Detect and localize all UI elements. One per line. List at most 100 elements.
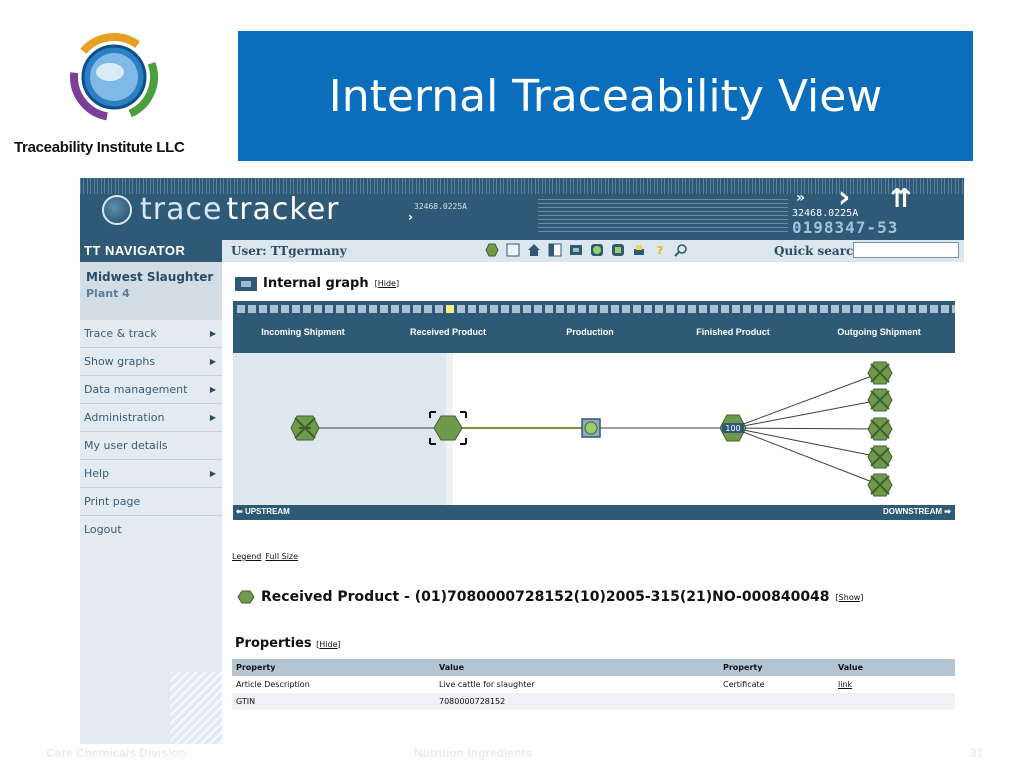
legend-link[interactable]: Legend bbox=[232, 552, 261, 561]
sidebar-item-trace-track[interactable]: Trace & track ▶ bbox=[80, 320, 222, 348]
quick-search-input[interactable] bbox=[853, 242, 959, 258]
tracetracker-brand[interactable]: trace tracker bbox=[102, 192, 340, 227]
outgoing-shipment-node[interactable] bbox=[867, 445, 893, 469]
timeline-cell[interactable] bbox=[534, 305, 542, 313]
timeline-cell[interactable] bbox=[523, 305, 531, 313]
square-icon[interactable] bbox=[506, 243, 520, 257]
timeline-cell[interactable] bbox=[589, 305, 597, 313]
timeline-cell[interactable] bbox=[600, 305, 608, 313]
timeline-cell[interactable] bbox=[556, 305, 564, 313]
timeline-cell[interactable] bbox=[479, 305, 487, 313]
timeline-cell[interactable] bbox=[842, 305, 850, 313]
timeline-cell[interactable] bbox=[633, 305, 641, 313]
timeline-cell[interactable] bbox=[490, 305, 498, 313]
timeline-cell[interactable] bbox=[699, 305, 707, 313]
timeline-cell[interactable] bbox=[281, 305, 289, 313]
panel-icon[interactable] bbox=[548, 243, 562, 257]
timeline-cell[interactable] bbox=[831, 305, 839, 313]
timeline-cell[interactable] bbox=[259, 305, 267, 313]
timeline-cell[interactable] bbox=[468, 305, 476, 313]
timeline-cell[interactable] bbox=[545, 305, 553, 313]
timeline-cell[interactable] bbox=[369, 305, 377, 313]
timeline-cell[interactable] bbox=[732, 305, 740, 313]
downstream-button[interactable]: DOWNSTREAM ➡ bbox=[883, 507, 951, 516]
full-size-link[interactable]: Full Size bbox=[265, 552, 298, 561]
timeline-cell[interactable] bbox=[622, 305, 630, 313]
outgoing-shipment-node[interactable] bbox=[867, 361, 893, 385]
timeline-cell[interactable] bbox=[248, 305, 256, 313]
hexagon-node-icon[interactable] bbox=[485, 243, 499, 257]
timeline-cell[interactable] bbox=[820, 305, 828, 313]
outgoing-shipment-node[interactable] bbox=[867, 473, 893, 497]
timeline-cell[interactable] bbox=[721, 305, 729, 313]
sidebar-item-show-graphs[interactable]: Show graphs ▶ bbox=[80, 348, 222, 376]
node-square-icon[interactable] bbox=[611, 243, 625, 257]
timeline-cell[interactable] bbox=[765, 305, 773, 313]
timeline-cell[interactable] bbox=[325, 305, 333, 313]
timeline-cell[interactable] bbox=[402, 305, 410, 313]
timeline-cell[interactable] bbox=[578, 305, 586, 313]
timeline-cell[interactable] bbox=[776, 305, 784, 313]
finished-product-node[interactable]: 100 bbox=[719, 414, 747, 442]
timeline-cell[interactable] bbox=[897, 305, 905, 313]
search-icon[interactable] bbox=[674, 243, 688, 257]
outgoing-shipment-node[interactable] bbox=[867, 388, 893, 412]
sidebar-item-data-management[interactable]: Data management ▶ bbox=[80, 376, 222, 404]
received-product-node[interactable] bbox=[429, 411, 467, 445]
home-icon[interactable] bbox=[527, 243, 541, 257]
timeline-cell[interactable] bbox=[270, 305, 278, 313]
timeline-cell-active[interactable] bbox=[446, 305, 454, 313]
certificate-link[interactable]: link bbox=[834, 676, 955, 693]
timeline-cell[interactable] bbox=[435, 305, 443, 313]
sidebar-item-print-page[interactable]: Print page bbox=[80, 488, 222, 516]
timeline-cell[interactable] bbox=[798, 305, 806, 313]
timeline-cell[interactable] bbox=[303, 305, 311, 313]
timeline-cell[interactable] bbox=[886, 305, 894, 313]
outgoing-shipment-node[interactable] bbox=[867, 417, 893, 441]
timeline-cell[interactable] bbox=[336, 305, 344, 313]
timeline-cell[interactable] bbox=[919, 305, 927, 313]
timeline-cell[interactable] bbox=[864, 305, 872, 313]
upstream-button[interactable]: ⬅ UPSTREAM bbox=[236, 507, 290, 516]
timeline-cell[interactable] bbox=[787, 305, 795, 313]
incoming-shipment-node[interactable] bbox=[290, 415, 320, 441]
timeline-cell[interactable] bbox=[677, 305, 685, 313]
timeline-cell[interactable] bbox=[567, 305, 575, 313]
timeline-cell[interactable] bbox=[237, 305, 245, 313]
timeline-cell[interactable] bbox=[655, 305, 663, 313]
timeline-cell[interactable] bbox=[347, 305, 355, 313]
timeline-cell[interactable] bbox=[666, 305, 674, 313]
hide-graph-link[interactable]: Hide bbox=[378, 279, 396, 288]
sidebar-item-logout[interactable]: Logout bbox=[80, 516, 222, 543]
timeline-cell[interactable] bbox=[853, 305, 861, 313]
timeline-cell[interactable] bbox=[644, 305, 652, 313]
timeline-cell[interactable] bbox=[413, 305, 421, 313]
timeline-cell[interactable] bbox=[908, 305, 916, 313]
timeline-cell[interactable] bbox=[710, 305, 718, 313]
timeline-cell[interactable] bbox=[611, 305, 619, 313]
help-icon[interactable]: ? bbox=[653, 243, 667, 257]
timeline-cell[interactable] bbox=[457, 305, 465, 313]
node-green-icon[interactable] bbox=[590, 243, 604, 257]
timeline-cell[interactable] bbox=[809, 305, 817, 313]
timeline-cell[interactable] bbox=[292, 305, 300, 313]
timeline-cell[interactable] bbox=[952, 305, 960, 313]
timeline-cell[interactable] bbox=[875, 305, 883, 313]
timeline-cell[interactable] bbox=[754, 305, 762, 313]
hide-properties-link[interactable]: Hide bbox=[319, 640, 337, 649]
timeline-cell[interactable] bbox=[380, 305, 388, 313]
timeline-cell[interactable] bbox=[688, 305, 696, 313]
timeline-cell[interactable] bbox=[941, 305, 949, 313]
print-icon[interactable] bbox=[632, 243, 646, 257]
sidebar-item-help[interactable]: Help ▶ bbox=[80, 460, 222, 488]
timeline-cell[interactable] bbox=[743, 305, 751, 313]
graph-view-icon[interactable] bbox=[569, 243, 583, 257]
sidebar-item-my-user-details[interactable]: My user details bbox=[80, 432, 222, 460]
timeline-cell[interactable] bbox=[501, 305, 509, 313]
timeline-cell[interactable] bbox=[512, 305, 520, 313]
timeline-cell[interactable] bbox=[358, 305, 366, 313]
timeline-cell[interactable] bbox=[314, 305, 322, 313]
timeline-cell[interactable] bbox=[424, 305, 432, 313]
timeline-cell[interactable] bbox=[391, 305, 399, 313]
timeline-cell[interactable] bbox=[930, 305, 938, 313]
